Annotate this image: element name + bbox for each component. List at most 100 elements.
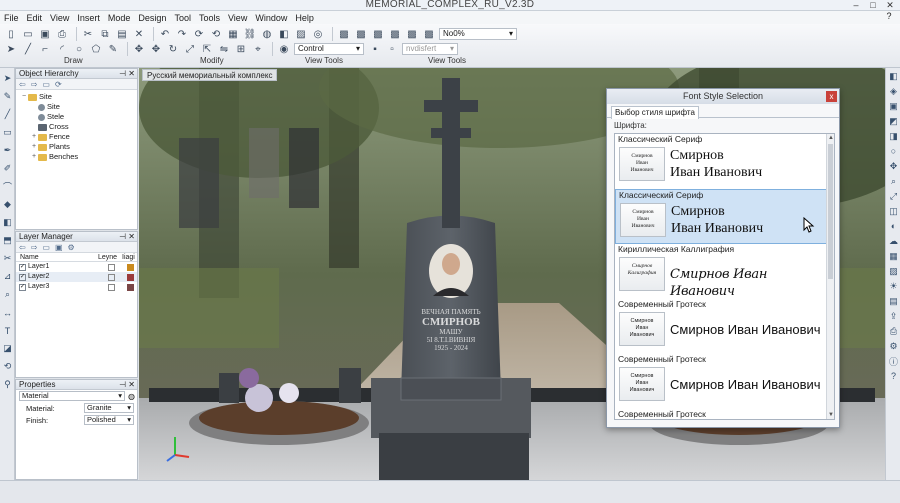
help-icon[interactable]: ? [882, 11, 896, 24]
layer-visibility-toggle[interactable] [108, 273, 115, 281]
property-globe-icon[interactable]: ◍ [128, 392, 135, 401]
undo-icon[interactable]: ↶ [158, 27, 172, 41]
wireframe-icon[interactable]: ▫ [385, 42, 399, 56]
save-icon[interactable]: ▣ [38, 27, 52, 41]
forward-arrow-icon[interactable]: ⇨ [31, 80, 38, 89]
back-arrow-icon[interactable]: ⇦ [19, 80, 26, 89]
tree-item[interactable]: − Site [16, 92, 137, 102]
tree-expander-icon[interactable]: − [20, 92, 28, 102]
walk-icon[interactable]: ⚲ [0, 377, 15, 392]
select-arrow-icon[interactable]: ➤ [4, 42, 18, 56]
refresh-icon[interactable]: ⟳ [192, 27, 206, 41]
maximize-button[interactable]: □ [865, 0, 881, 11]
zoom-extents-icon[interactable]: ⤢ [886, 189, 900, 203]
menu-mode[interactable]: Mode [108, 13, 131, 23]
scroll-down-icon[interactable]: ▼ [827, 411, 834, 419]
panel-pin-close-icons[interactable]: ⊣ ✕ [119, 69, 135, 79]
box-icon[interactable]: ◧ [0, 215, 15, 230]
close-button[interactable]: ✕ [882, 0, 898, 11]
material-icon[interactable]: ▩ [371, 27, 385, 41]
scale-icon[interactable]: ⤢ [183, 42, 197, 56]
scene-icon[interactable]: ▤ [886, 294, 900, 308]
link-icon[interactable]: ⛓ [243, 27, 257, 41]
menu-help[interactable]: Help [295, 13, 314, 23]
layer-color-swatch[interactable] [127, 273, 134, 281]
tab-font-style[interactable]: Выбор стиля шрифта [611, 106, 699, 119]
zoom-dropdown[interactable]: No0% ▾ [439, 28, 517, 40]
layer-settings-icon[interactable]: ⚙ [68, 243, 75, 252]
tree-expander-icon[interactable]: + [30, 142, 38, 152]
layer-checkbox[interactable]: ✓ [19, 283, 26, 291]
cut-icon[interactable]: ✂ [81, 27, 95, 41]
render-mode-icon[interactable]: ▪ [368, 42, 382, 56]
font-option[interactable]: Классический Сериф Смирнов Иван Иванович Сми… [615, 189, 834, 244]
view-top-icon[interactable]: ◧ [886, 69, 900, 83]
redo-icon[interactable]: ↷ [175, 27, 189, 41]
open-file-icon[interactable]: ▭ [21, 27, 35, 41]
line-tool-icon[interactable]: ╱ [0, 107, 15, 122]
layer-visibility-toggle[interactable] [108, 283, 115, 291]
menu-file[interactable]: File [4, 13, 19, 23]
extrude-icon[interactable]: ⬒ [0, 233, 15, 248]
polyline-icon[interactable]: ⌐ [38, 42, 52, 56]
paint-bucket-icon[interactable]: ◪ [0, 341, 15, 356]
layer-checkbox[interactable]: ✓ [19, 263, 26, 271]
paint-brush-icon[interactable]: ✎ [106, 42, 120, 56]
view-side-icon[interactable]: ◩ [886, 114, 900, 128]
select-icon[interactable]: ➤ [0, 71, 15, 86]
delete-icon[interactable]: ✕ [132, 27, 146, 41]
zoom-view-icon[interactable]: ⌕ [886, 174, 900, 188]
scrollbar-thumb[interactable] [828, 144, 833, 279]
forward-arrow-icon[interactable]: ⇨ [31, 243, 38, 252]
layer-color-swatch[interactable] [127, 283, 134, 291]
font-list-scrollbar[interactable]: ▲ ▼ [826, 134, 834, 419]
brush-icon[interactable]: ✐ [0, 161, 15, 176]
pan-icon[interactable]: ✥ [886, 159, 900, 173]
property-type-dropdown[interactable]: Material ▾ [19, 391, 126, 401]
new-layer-icon[interactable]: ▭ [42, 243, 50, 252]
expand-icon[interactable]: ▭ [42, 80, 50, 89]
font-option[interactable]: Современный Гротеск Смирнов Иван Иванович См… [615, 354, 834, 409]
font-list[interactable]: Классический Сериф Смирнов Иван Иванович Сми… [614, 133, 835, 420]
fill-icon[interactable]: ◆ [0, 197, 15, 212]
menu-view-2[interactable]: View [228, 13, 247, 23]
render-icon[interactable]: ▩ [337, 27, 351, 41]
layer-visibility-toggle[interactable] [108, 263, 115, 271]
shadow-icon[interactable]: ▩ [422, 27, 436, 41]
font-option[interactable]: Современный Гротеск [615, 409, 834, 419]
target-icon[interactable]: ◎ [311, 27, 325, 41]
zoom-icon[interactable]: ⌕ [0, 287, 15, 302]
dialog-close-button[interactable]: x [826, 91, 837, 102]
finish-dropdown[interactable]: Polished ▾ [84, 415, 134, 425]
layers-icon[interactable]: ▦ [226, 27, 240, 41]
rectangle-icon[interactable]: ▭ [0, 125, 15, 140]
layer-checkbox[interactable]: ✓ [19, 273, 26, 281]
menu-design[interactable]: Design [138, 13, 166, 23]
curve-icon[interactable]: ⌒ [0, 179, 15, 194]
help-panel-icon[interactable]: ? [886, 369, 900, 383]
globe-icon[interactable]: ◍ [260, 27, 274, 41]
font-option[interactable]: Кириллическая Каллиграфия Смирнов Калиграф… [615, 244, 834, 299]
paste-icon[interactable]: ▤ [115, 27, 129, 41]
delete-layer-icon[interactable]: ▣ [55, 243, 63, 252]
lighting-icon[interactable]: ▩ [405, 27, 419, 41]
pencil-icon[interactable]: ✎ [0, 89, 15, 104]
tree-expander-icon[interactable]: + [30, 152, 38, 162]
view-iso-icon[interactable]: ◈ [886, 84, 900, 98]
print-icon[interactable]: ⎙ [55, 27, 69, 41]
camera-icon[interactable]: ▨ [294, 27, 308, 41]
font-option[interactable]: Современный Гротеск Смирнов Иван Иванович См… [615, 299, 834, 354]
tree-item[interactable]: + Fence [16, 132, 137, 142]
info-icon[interactable]: ⓘ [886, 354, 900, 368]
tree-item[interactable]: + Benches [16, 152, 137, 162]
polygon-icon[interactable]: ⬠ [89, 42, 103, 56]
scroll-up-icon[interactable]: ▲ [827, 134, 834, 142]
menu-tool[interactable]: Tool [174, 13, 191, 23]
camera-view-icon[interactable]: ▨ [886, 264, 900, 278]
circle-icon[interactable]: ○ [72, 42, 86, 56]
tree-expander-icon[interactable]: + [30, 132, 38, 142]
light-icon[interactable]: ☀ [886, 279, 900, 293]
view-sphere-icon[interactable]: ◉ [277, 42, 291, 56]
mirror-icon[interactable]: ⇋ [217, 42, 231, 56]
panel-pin-close-icons[interactable]: ⊣ ✕ [119, 232, 135, 242]
